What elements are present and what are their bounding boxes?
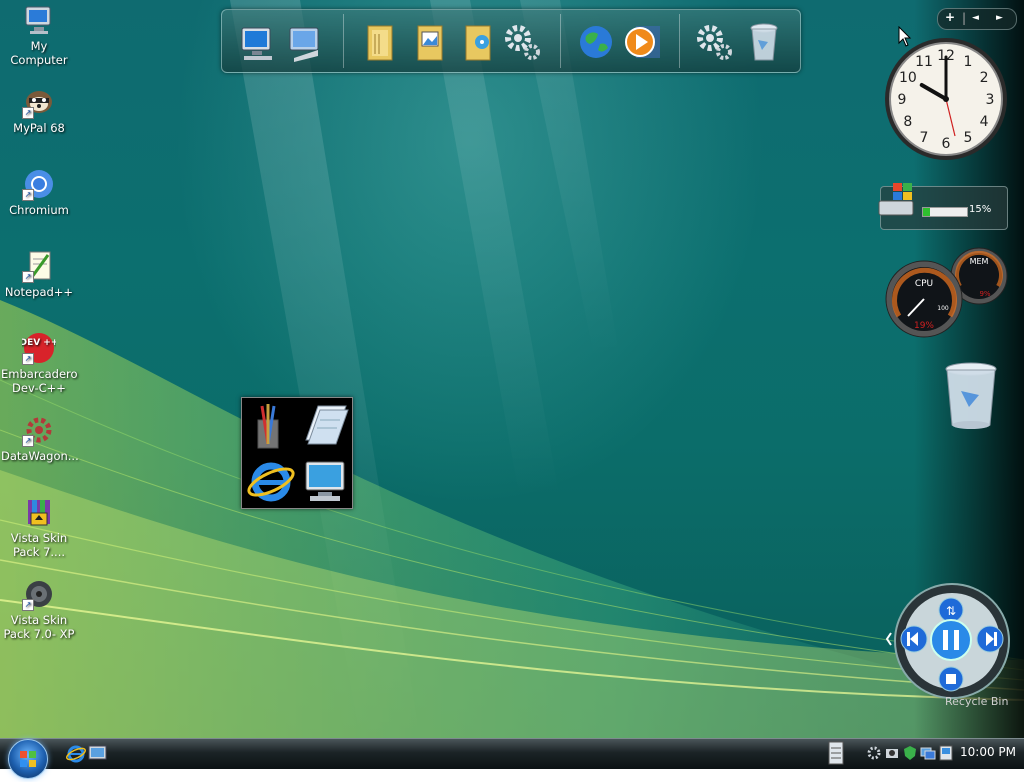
camera-icon[interactable] — [884, 745, 900, 761]
stop-button[interactable] — [937, 665, 965, 693]
desktop-icon-label: Embarcadero Dev-C++ — [1, 367, 78, 395]
control-panel-icon[interactable] — [284, 20, 324, 64]
windows-drive-icon — [878, 183, 914, 216]
dock-separator — [560, 14, 561, 68]
recycle-bin-label: Recycle Bin — [945, 695, 1009, 708]
network-icon[interactable] — [920, 745, 936, 761]
desktop-icon-label: My Computer — [10, 39, 68, 67]
sidebar-controls: + | ◄ ► — [937, 8, 1017, 30]
mem-label: MEM — [970, 257, 989, 266]
clock-numeral: 10 — [899, 70, 917, 86]
clock-numeral: 11 — [915, 54, 933, 70]
desktop-icon-label: Vista Skin Pack 7.0- XP — [3, 613, 75, 641]
settings-gears-icon[interactable] — [502, 20, 542, 64]
desktop-icon-label: DataWagon... — [1, 449, 79, 463]
system-gears-icon[interactable] — [694, 20, 734, 64]
desktop-icon-my-computer[interactable]: My Computer — [1, 3, 77, 67]
taskbar-clock[interactable]: 10:00 PM — [960, 745, 1016, 759]
desktop-icon-vista-skin-pack-installer[interactable]: Vista Skin Pack 7.... — [1, 495, 77, 559]
installer-box-icon — [22, 495, 56, 529]
top-dock — [221, 9, 801, 73]
devcpp-badge: DEV ++ — [22, 338, 56, 348]
previous-track-button[interactable] — [899, 624, 929, 654]
internet-explorer-icon[interactable] — [244, 454, 298, 508]
start-button[interactable] — [8, 739, 48, 779]
add-gadget-button[interactable]: + — [945, 10, 955, 24]
quick-launch-panel — [241, 397, 353, 509]
notepadpp-icon: ↗ — [22, 249, 56, 283]
clock-numeral: 9 — [898, 92, 907, 108]
documents-folder-icon[interactable] — [360, 20, 400, 64]
desktop-icon-devcpp[interactable]: DEV ++ ↗ Embarcadero Dev-C++ — [1, 331, 78, 395]
shield-icon[interactable] — [902, 745, 918, 761]
dock-separator — [343, 14, 344, 68]
sidebar-next-button[interactable]: ► — [996, 13, 1003, 23]
recycle-bin-icon — [945, 362, 997, 429]
desktop-icon-notepadpp[interactable]: ↗ Notepad++ — [1, 249, 77, 299]
devcpp-icon: DEV ++ ↗ — [20, 331, 58, 365]
datawagon-gear-icon: ↗ — [22, 413, 56, 447]
desktop-icon-label: Notepad++ — [4, 285, 74, 299]
desktop-icon-datawagon[interactable]: ↗ DataWagon... — [1, 413, 79, 463]
media-player-icon[interactable] — [622, 20, 662, 64]
pictures-folder-icon[interactable] — [410, 20, 450, 64]
divider-bar: | — [962, 11, 967, 25]
cpu-label: CPU — [915, 279, 933, 289]
shortcut-arrow-icon: ↗ — [22, 599, 34, 611]
cpu-scale-max: 100 — [937, 305, 949, 312]
desktop[interactable] — [0, 0, 1024, 738]
windows-logo-icon — [20, 751, 36, 767]
keyboard-icon[interactable] — [828, 741, 844, 765]
clock-numeral: 8 — [903, 114, 912, 130]
notepad-icon[interactable] — [298, 400, 352, 454]
dock-separator — [679, 14, 680, 68]
recycle-bin-gadget[interactable] — [943, 361, 999, 431]
clock-numeral: 4 — [980, 114, 989, 130]
raccoon-browser-icon: ↗ — [22, 85, 56, 119]
internet-globe-icon[interactable] — [576, 20, 616, 64]
svg-text:⇅: ⇅ — [946, 604, 956, 618]
display-icon[interactable] — [938, 744, 954, 762]
pause-button[interactable] — [929, 618, 973, 662]
desktop-icon-chromium[interactable]: ↗ Chromium — [1, 167, 77, 217]
shortcut-arrow-icon: ↗ — [22, 353, 34, 365]
desktop-icon-vista-skin-pack-xp[interactable]: ↗ Vista Skin Pack 7.0- XP — [1, 577, 77, 641]
clock-numeral: 6 — [942, 136, 951, 152]
shortcut-arrow-icon: ↗ — [22, 107, 34, 119]
my-computer-icon[interactable] — [298, 454, 352, 508]
shortcut-arrow-icon: ↗ — [22, 435, 34, 447]
next-track-button[interactable] — [975, 624, 1005, 654]
shortcut-arrow-icon: ↗ — [22, 189, 34, 201]
clock-numeral: 5 — [964, 130, 973, 146]
desktop-icon-label: Vista Skin Pack 7.... — [10, 531, 68, 559]
computer-icon[interactable] — [238, 20, 278, 64]
desktop-icon-label: MyPal 68 — [13, 121, 65, 135]
sidebar-prev-button[interactable]: ◄ — [972, 13, 979, 23]
internet-explorer-icon[interactable] — [66, 743, 86, 763]
clock-numeral: 3 — [986, 92, 995, 108]
drive-meter-gadget[interactable]: 15% — [878, 183, 1008, 230]
show-desktop-icon[interactable] — [88, 744, 108, 762]
desktop-icon-label: Chromium — [9, 203, 69, 217]
clock-numeral: 7 — [920, 130, 929, 146]
music-folder-icon[interactable] — [458, 20, 498, 64]
media-player-gadget: ⇅ Recycle Bin — [885, 583, 1011, 708]
clock-numeral: 1 — [964, 54, 973, 70]
clock-numeral: 2 — [980, 70, 989, 86]
shortcut-arrow-icon: ↗ — [22, 271, 34, 283]
cpu-value: 19% — [914, 321, 934, 331]
drive-usage-label: 15% — [969, 204, 992, 215]
skin-pack-icon: ↗ — [22, 577, 56, 611]
clock-gadget[interactable]: 121234567891011 — [883, 36, 1009, 162]
mem-value: 9% — [979, 290, 990, 298]
wallpaper-waves — [0, 0, 1024, 738]
cpu-meter-gadget[interactable]: MEM 9% CPU 100 19% — [884, 246, 1008, 340]
recycle-bin-icon[interactable] — [744, 20, 784, 64]
drive-usage-bar — [922, 207, 968, 217]
desktop-icon-mypal[interactable]: ↗ MyPal 68 — [1, 85, 77, 135]
paint-icon[interactable] — [244, 400, 298, 454]
computer-icon — [22, 3, 56, 37]
chromium-icon: ↗ — [22, 167, 56, 201]
settings-icon[interactable] — [866, 745, 882, 761]
